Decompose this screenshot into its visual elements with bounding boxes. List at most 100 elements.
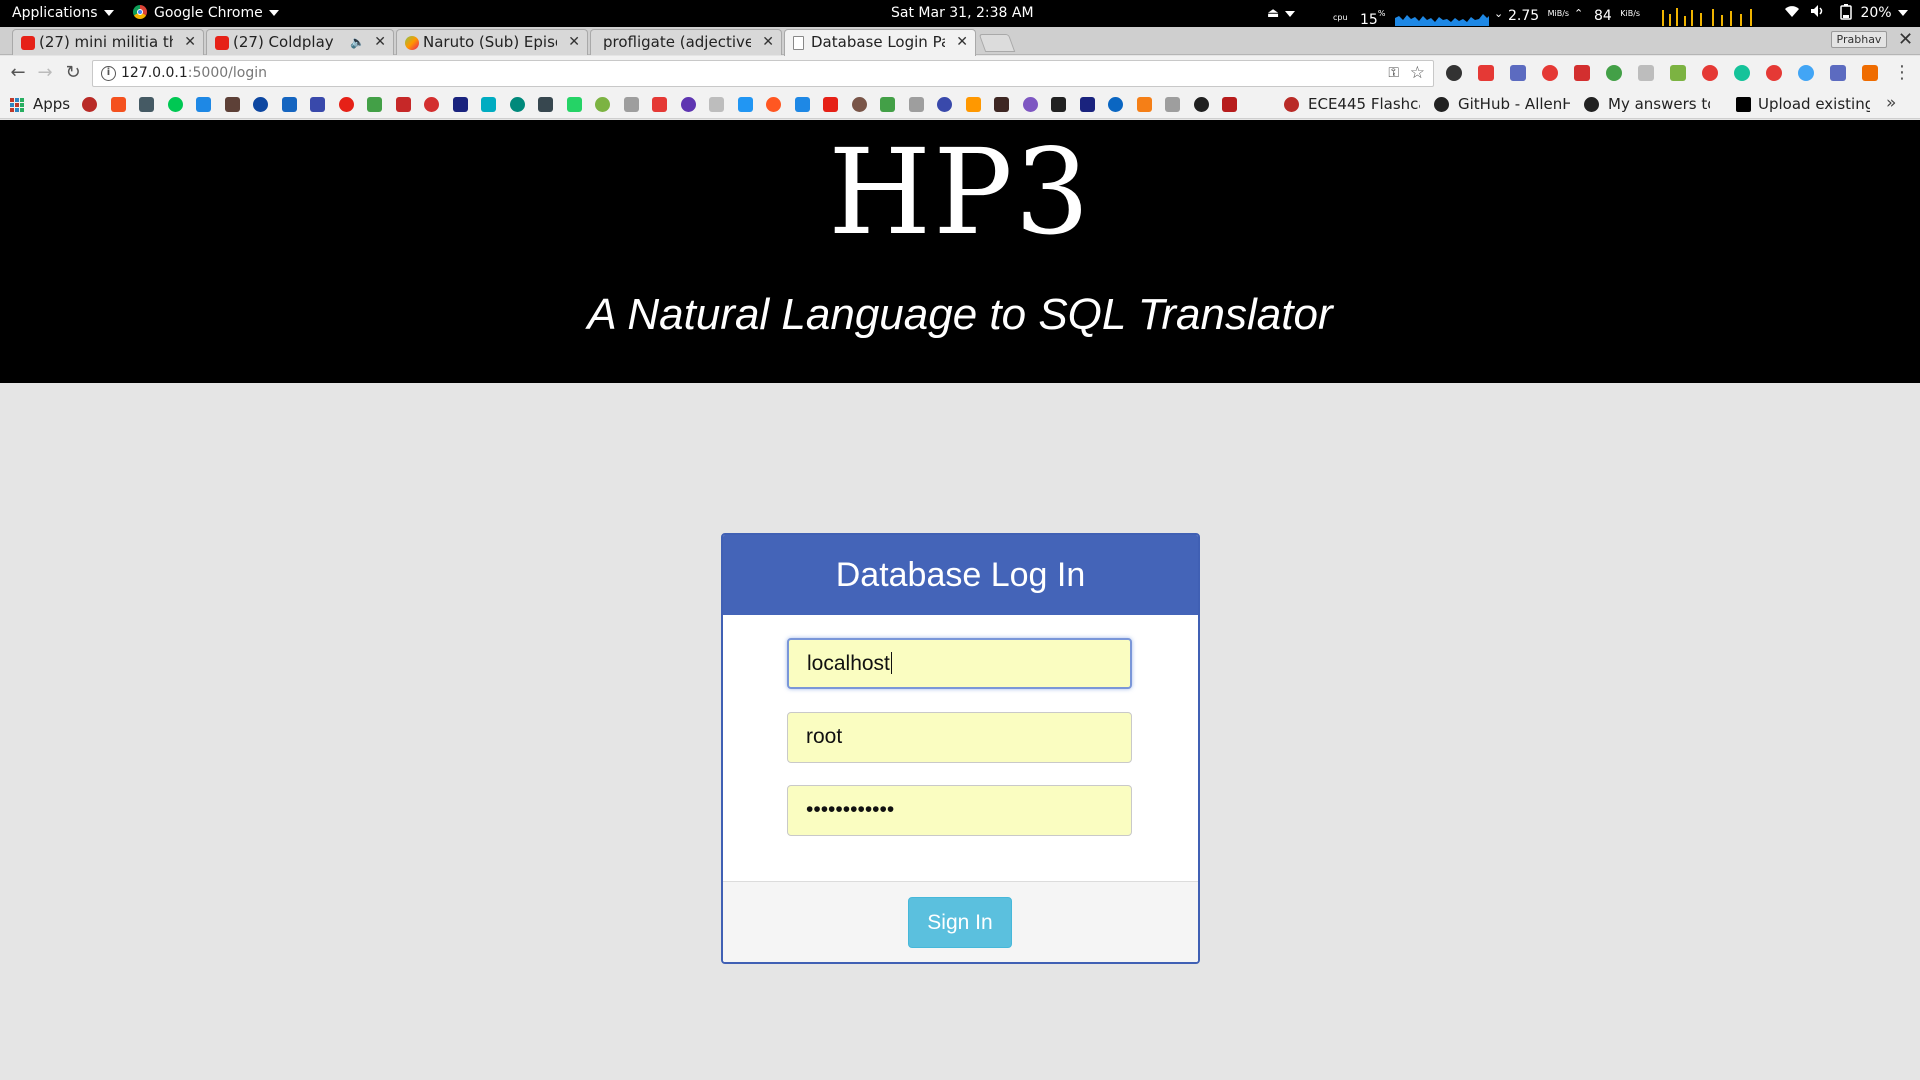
close-icon[interactable]: ✕ xyxy=(568,30,580,55)
close-icon[interactable]: ✕ xyxy=(374,30,386,55)
bookmark-favicon-icon[interactable] xyxy=(623,97,639,112)
bookmark-favicon-icon[interactable] xyxy=(452,97,468,112)
address-bar[interactable]: i 127.0.0.1:5000/login ⚿ ☆ xyxy=(92,60,1434,87)
tab-3[interactable]: Naruto (Sub) Episo ✕ xyxy=(396,29,588,55)
bookmark-favicon-icon[interactable] xyxy=(1022,97,1038,112)
bookmark-favicon-icon[interactable] xyxy=(851,97,867,112)
volume-icon[interactable] xyxy=(1810,0,1826,27)
bookmark-favicon-icon[interactable] xyxy=(167,97,183,112)
bookmark-ece445[interactable]: ECE445 Flashca xyxy=(1308,95,1420,113)
bookmark-favicon-icon[interactable] xyxy=(994,97,1009,112)
extension-icon[interactable] xyxy=(1638,65,1654,81)
sign-in-button[interactable]: Sign In xyxy=(908,897,1012,948)
bookmark-favicon-icon[interactable] xyxy=(766,97,781,112)
bookmark-favicon-icon[interactable] xyxy=(1051,97,1066,112)
extension-icon[interactable] xyxy=(1478,65,1494,81)
new-tab-button[interactable] xyxy=(978,34,1016,52)
close-icon[interactable]: ✕ xyxy=(956,30,968,55)
bookmark-favicon-icon[interactable] xyxy=(965,97,981,112)
browser-app-menu[interactable]: Google Chrome xyxy=(133,0,279,27)
bookmark-favicon-icon[interactable] xyxy=(1165,97,1180,112)
bookmark-apps[interactable]: Apps xyxy=(33,95,70,113)
close-icon[interactable]: ✕ xyxy=(184,30,196,55)
info-icon[interactable]: i xyxy=(101,66,116,81)
bookmark-my-answers[interactable]: My answers to c xyxy=(1608,95,1710,113)
bookmark-favicon-icon[interactable] xyxy=(737,97,753,112)
bookmark-star-icon[interactable]: ☆ xyxy=(1410,63,1425,83)
bookmark-favicon-icon[interactable] xyxy=(1136,97,1152,112)
chevron-down-icon: ⌄ xyxy=(1494,7,1504,20)
battery-indicator[interactable]: 20% xyxy=(1840,0,1908,27)
clock[interactable]: Sat Mar 31, 2:38 AM xyxy=(891,0,1034,27)
tab-4[interactable]: profligate (adjective) ✕ xyxy=(590,29,782,55)
close-icon[interactable]: ✕ xyxy=(762,30,774,55)
bookmark-favicon-icon[interactable] xyxy=(224,97,240,112)
network-up: 84 KiB/s xyxy=(1594,0,1640,27)
bookmark-favicon-icon[interactable] xyxy=(680,97,696,112)
bookmark-favicon-icon[interactable] xyxy=(509,97,525,112)
bookmark-favicon-icon[interactable] xyxy=(937,97,952,112)
eject-icon[interactable]: ⏏ xyxy=(1267,0,1296,27)
bookmark-favicon-icon[interactable] xyxy=(82,97,97,112)
bookmark-favicon-icon[interactable] xyxy=(566,97,582,112)
bookmark-favicon-icon[interactable] xyxy=(538,97,553,112)
browser-menu-icon[interactable]: ⋮ xyxy=(1893,62,1911,83)
extension-icon[interactable] xyxy=(1830,65,1846,81)
bookmark-favicon-icon[interactable] xyxy=(110,97,126,112)
bookmark-favicon-icon[interactable] xyxy=(1079,97,1095,112)
url-host: 127.0.0.1 xyxy=(121,65,188,81)
bookmark-favicon-icon[interactable] xyxy=(481,97,496,112)
wifi-icon[interactable] xyxy=(1784,0,1800,27)
bookmark-favicon-icon[interactable] xyxy=(367,97,382,112)
more-bookmarks-icon[interactable]: » xyxy=(1886,93,1896,113)
extension-icon[interactable] xyxy=(1766,65,1782,81)
window-close-icon[interactable]: ✕ xyxy=(1898,29,1913,50)
bookmark-favicon-icon[interactable] xyxy=(139,97,154,112)
tab-1[interactable]: (27) mini militia th ✕ xyxy=(12,29,204,55)
bookmark-favicon-icon[interactable] xyxy=(1108,97,1123,112)
extension-icon[interactable] xyxy=(1510,65,1526,81)
extension-icon[interactable] xyxy=(1606,65,1622,81)
bookmark-favicon-icon[interactable] xyxy=(794,97,810,112)
adblock-icon[interactable] xyxy=(1702,65,1718,81)
extension-icon[interactable] xyxy=(1574,65,1590,81)
bookmark-favicon-icon[interactable] xyxy=(196,97,211,112)
grammarly-icon[interactable] xyxy=(1734,65,1750,81)
tab-5-active[interactable]: Database Login Pa ✕ xyxy=(784,29,976,56)
bookmark-favicon-icon[interactable] xyxy=(395,97,411,112)
tab-2[interactable]: (27) Coldplay - F 🔈 ✕ xyxy=(206,29,394,55)
bookmark-favicon-icon[interactable] xyxy=(880,97,895,112)
extension-icon[interactable] xyxy=(1542,65,1558,81)
bookmark-github-allenh[interactable]: GitHub - AllenH xyxy=(1458,95,1570,113)
bookmark-favicon-icon[interactable] xyxy=(310,97,325,112)
bookmark-favicon-icon[interactable] xyxy=(652,97,667,112)
bookmark-upload-existing[interactable]: Upload existing xyxy=(1758,95,1870,113)
extension-icon[interactable] xyxy=(1798,65,1814,81)
bookmark-favicon-icon[interactable] xyxy=(281,97,297,112)
back-arrow-icon[interactable]: ← xyxy=(6,61,30,85)
username-input[interactable]: root xyxy=(787,712,1132,763)
extension-icon[interactable] xyxy=(1446,65,1462,81)
bookmark-favicon-icon[interactable] xyxy=(595,97,610,112)
forward-arrow-icon[interactable]: → xyxy=(33,61,57,85)
bookmark-favicon-icon[interactable] xyxy=(823,97,838,112)
bookmark-favicon-icon[interactable] xyxy=(709,97,724,112)
bookmark-favicon-icon[interactable] xyxy=(1222,97,1237,112)
bookmark-favicon-icon[interactable] xyxy=(908,97,924,112)
bookmark-favicon-icon[interactable] xyxy=(338,97,354,112)
address-url[interactable]: 127.0.0.1:5000/login xyxy=(121,65,267,81)
url-path: :5000/login xyxy=(187,65,267,81)
download-icon[interactable] xyxy=(1670,65,1686,81)
apps-grid-icon[interactable] xyxy=(10,98,24,112)
bookmark-favicon-icon[interactable] xyxy=(424,97,439,112)
password-input[interactable]: •••••••••••• xyxy=(787,785,1132,836)
audio-playing-icon[interactable]: 🔈 xyxy=(350,30,365,55)
host-input[interactable]: localhost xyxy=(787,638,1132,689)
key-icon[interactable]: ⚿ xyxy=(1388,65,1399,81)
extension-icon[interactable] xyxy=(1862,65,1878,81)
reload-icon[interactable]: ↻ xyxy=(61,61,85,85)
bookmark-favicon-icon[interactable] xyxy=(1193,97,1209,112)
bookmark-favicon-icon[interactable] xyxy=(253,97,268,112)
profile-button[interactable]: Prabhav xyxy=(1831,31,1887,48)
applications-menu[interactable]: Applications xyxy=(12,0,114,27)
